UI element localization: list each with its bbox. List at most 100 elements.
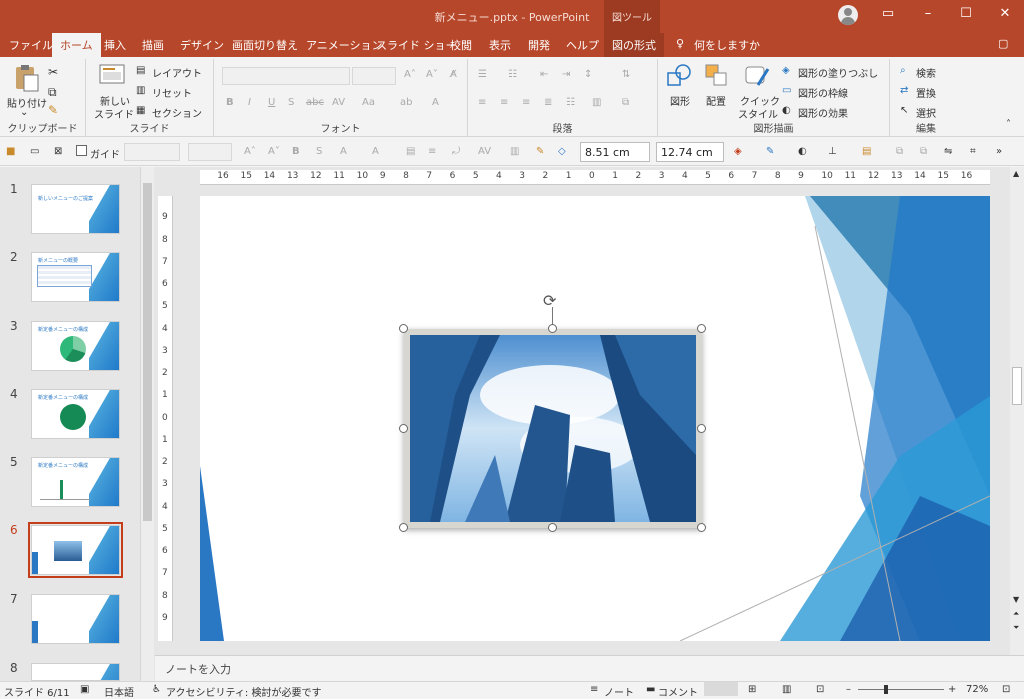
numbering-icon[interactable]: ☷ — [508, 69, 517, 80]
normal-view-icon[interactable] — [704, 682, 738, 696]
guide-checkbox[interactable] — [76, 145, 87, 156]
editor-scroll-thumb[interactable] — [1012, 367, 1022, 405]
toolbar-close-icon[interactable]: ⊠ — [54, 146, 62, 157]
slide-thumb-4[interactable]: 新定番メニューの構成 — [31, 389, 120, 439]
toolbar-shrink-icon[interactable]: A˅ — [268, 146, 280, 157]
crop-icon[interactable]: ⌗ — [970, 146, 976, 157]
tab-slideshow[interactable]: スライド ショー — [376, 37, 457, 53]
slide-thumb-8[interactable] — [31, 663, 120, 681]
strikethrough-icon[interactable]: abc — [306, 97, 324, 108]
underline-icon[interactable]: U — [268, 97, 275, 108]
shape-outline-button[interactable]: 図形の枠線 — [798, 85, 848, 100]
tab-developer[interactable]: 開発 — [528, 37, 550, 53]
language-indicator[interactable]: 日本語 — [104, 684, 134, 699]
copy-icon[interactable]: ⧉ — [48, 85, 57, 100]
scroll-down-icon[interactable]: ▼ — [1013, 595, 1019, 604]
section-icon[interactable]: ▦ — [136, 105, 145, 116]
arrange-button[interactable]: 配置 — [706, 93, 726, 108]
tab-transitions[interactable]: 画面切り替え — [232, 37, 298, 53]
font-size-combo[interactable] — [352, 67, 396, 85]
layout-button[interactable]: レイアウト — [152, 65, 202, 80]
tell-me-search[interactable]: 何をしますか — [694, 37, 760, 53]
format-painter-icon[interactable]: ✎ — [48, 103, 58, 117]
next-slide-icon[interactable]: ⏷ — [1013, 623, 1019, 633]
minimize-icon[interactable]: – — [916, 6, 940, 21]
bold-icon[interactable]: B — [226, 97, 234, 108]
tab-review[interactable]: 校閲 — [450, 37, 472, 53]
notes-icon[interactable]: ≡ — [590, 684, 598, 695]
align-left-icon[interactable]: ≡ — [478, 97, 486, 108]
shape-fill-icon[interactable]: ◈ — [782, 65, 790, 76]
notes-pane[interactable]: ノートを入力 — [155, 655, 1024, 681]
resize-handle-sw[interactable] — [399, 523, 408, 532]
comment-icon[interactable]: ▬ — [646, 684, 655, 695]
rotate-handle-icon[interactable]: ⟳ — [543, 291, 556, 310]
cut-icon[interactable]: ✂ — [48, 65, 58, 79]
quick-styles-icon[interactable] — [744, 63, 770, 89]
reset-icon[interactable]: ▥ — [136, 85, 145, 96]
paste-icon[interactable] — [12, 63, 40, 93]
align-right-icon[interactable]: ≡ — [522, 97, 530, 108]
tab-insert[interactable]: 挿入 — [104, 37, 126, 53]
highlight-icon[interactable]: ab — [400, 97, 412, 108]
tab-help[interactable]: ヘルプ — [566, 37, 599, 53]
columns-icon[interactable]: ▥ — [592, 97, 601, 108]
account-avatar[interactable] — [838, 5, 858, 25]
change-case-icon[interactable]: Aa — [362, 97, 375, 108]
find-icon[interactable]: ⌕ — [900, 65, 906, 76]
resize-handle-n[interactable] — [548, 324, 557, 333]
tab-animations[interactable]: アニメーション — [306, 37, 383, 53]
shadow-icon[interactable]: S — [288, 97, 294, 108]
sorter-view-icon[interactable]: ⊞ — [748, 684, 756, 695]
zoom-level[interactable]: 72% — [966, 684, 988, 695]
resize-handle-w[interactable] — [399, 424, 408, 433]
toolbar-grow-icon[interactable]: A˄ — [244, 146, 256, 157]
toolbar-spacing-icon[interactable]: AV — [478, 146, 491, 157]
resize-handle-nw[interactable] — [399, 324, 408, 333]
bring-forward-icon[interactable]: ▤ — [862, 146, 871, 157]
resize-handle-s[interactable] — [548, 523, 557, 532]
slide-thumb-6[interactable] — [28, 522, 123, 578]
increase-indent-icon[interactable]: ⇥ — [562, 69, 570, 80]
align-center-icon[interactable]: ≡ — [500, 97, 508, 108]
align-objects-icon[interactable]: ⊥ — [828, 146, 837, 157]
thumbnails-scroll-thumb[interactable] — [143, 183, 152, 521]
find-button[interactable]: 検索 — [916, 65, 936, 80]
distribute-icon[interactable]: ☷ — [566, 97, 575, 108]
toolbar-rotate-icon[interactable]: ⤾ — [452, 146, 460, 157]
bullets-icon[interactable]: ☰ — [478, 69, 487, 80]
quick-styles-label-2[interactable]: スタイル — [738, 106, 778, 121]
section-button[interactable]: セクション — [152, 105, 202, 120]
font-name-combo[interactable] — [222, 67, 350, 85]
slide-thumb-1[interactable]: 新しいメニューのご提案 — [31, 184, 120, 234]
slide-thumb-2[interactable]: 新メニューの概要 — [31, 252, 120, 302]
accessibility-icon[interactable]: ♿ — [152, 684, 161, 695]
shape-effects-button[interactable]: 図形の効果 — [798, 105, 848, 120]
toolbar-shape-icon[interactable]: ◇ — [558, 146, 566, 157]
comments-button[interactable]: コメント — [658, 684, 698, 699]
height-field[interactable]: 8.51 cm — [580, 142, 650, 162]
scroll-up-icon[interactable]: ▲ — [1013, 169, 1019, 178]
spellcheck-icon[interactable]: ▣ — [80, 684, 89, 695]
editor-scrollbar[interactable]: ▲ ▼ ⏶ ⏷ — [1010, 167, 1024, 655]
tab-picture-format[interactable]: 図の形式 — [604, 33, 664, 57]
toolbar-textfx-icon[interactable]: A — [372, 146, 379, 157]
fill-color-icon[interactable]: ◈ — [734, 146, 742, 157]
maximize-icon[interactable]: ☐ — [954, 6, 978, 21]
font-shrink-icon[interactable]: A˅ — [426, 69, 438, 80]
shape-outline-icon[interactable]: ▭ — [782, 85, 791, 96]
toolbar-shadow-icon[interactable]: S — [316, 146, 322, 157]
accessibility-status[interactable]: アクセシビリティ: 検討が必要です — [166, 684, 321, 699]
shape-fill-button[interactable]: 図形の塗りつぶし — [798, 65, 878, 80]
prev-slide-icon[interactable]: ⏶ — [1013, 609, 1019, 619]
group-icon[interactable]: ⧉ — [896, 146, 903, 157]
zoom-slider-thumb[interactable] — [884, 685, 888, 694]
zoom-in-icon[interactable]: + — [948, 684, 956, 695]
new-slide-label-2[interactable]: スライド — [94, 106, 134, 121]
tab-view[interactable]: 表示 — [489, 37, 511, 53]
select-icon[interactable]: ↖ — [900, 105, 908, 116]
tab-draw[interactable]: 描画 — [142, 37, 164, 53]
toolbar-font-combo[interactable] — [124, 143, 180, 161]
slide-thumb-3[interactable]: 新定番メニューの構成 — [31, 321, 120, 371]
smartart-icon[interactable]: ⧉ — [622, 97, 629, 108]
